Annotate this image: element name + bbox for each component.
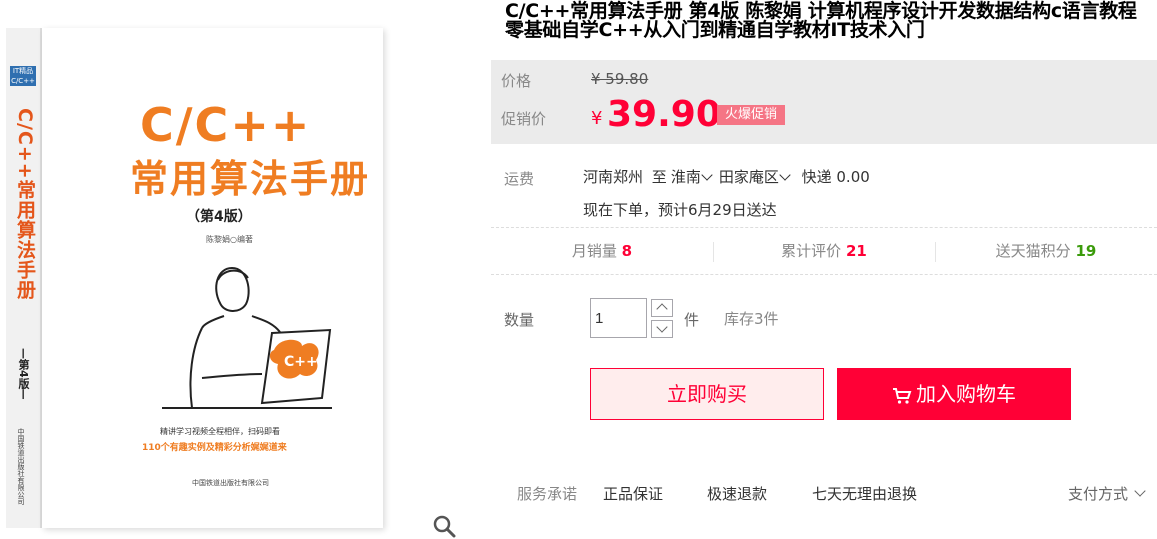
monthly-sales: 月销量 8	[491, 228, 713, 274]
ship-method: 快递 0.00	[801, 168, 870, 186]
service-label: 服务承诺	[517, 485, 578, 503]
product-image[interactable]: IT精品 C/C++ C/C++常用算法手册 —第4版— 中国铁道出版社有限公司…	[6, 28, 383, 528]
cover-edition: （第4版）	[186, 209, 252, 225]
arrow-down-icon	[656, 321, 668, 333]
tmall-points-label: 送天猫积分	[995, 242, 1071, 260]
quantity-increase-button[interactable]	[651, 299, 673, 317]
cover-title-line1: C/C++	[140, 98, 312, 152]
add-to-cart-label: 加入购物车	[916, 382, 1016, 406]
product-image-gallery[interactable]: IT精品 C/C++ C/C++常用算法手册 —第4版— 中国铁道出版社有限公司…	[0, 0, 470, 539]
chevron-down-icon	[701, 169, 713, 181]
product-page: IT精品 C/C++ C/C++常用算法手册 —第4版— 中国铁道出版社有限公司…	[0, 0, 1157, 539]
payment-method-label: 支付方式	[1068, 485, 1129, 503]
shipping-line: 河南郑州 至淮南 田家庵区 快递 0.00	[583, 166, 874, 187]
cover-note-2: 110个有趣实例及精彩分析娓娓道来	[142, 443, 287, 453]
original-price: ¥ 59.80	[591, 70, 649, 88]
cover-illustration: C++	[162, 266, 332, 409]
cart-icon	[893, 387, 912, 404]
monthly-sales-value: 8	[621, 242, 633, 260]
promo-price-label: 促销价	[501, 110, 547, 128]
chevron-down-icon	[779, 169, 791, 181]
tmall-points: 送天猫积分 19	[935, 228, 1157, 274]
book-spine: IT精品 C/C++ C/C++常用算法手册 —第4版— 中国铁道出版社有限公司	[6, 28, 42, 528]
shipping-label: 运费	[504, 170, 535, 188]
ship-district: 田家庵区	[718, 168, 779, 186]
service-item[interactable]: 正品保证	[603, 483, 663, 504]
cover-publisher: 中国铁道出版社有限公司	[192, 479, 269, 487]
buy-now-label: 立即购买	[667, 382, 747, 406]
service-item[interactable]: 极速退款	[707, 483, 767, 504]
arrow-up-icon	[656, 303, 668, 315]
ship-city: 淮南	[670, 168, 701, 186]
review-count-value: 21	[845, 242, 867, 260]
spine-edition: —第4版—	[17, 348, 30, 400]
stock-count: 库存3件	[724, 310, 779, 328]
tmall-points-value: 19	[1075, 242, 1097, 260]
promo-currency: ¥	[591, 108, 603, 129]
spine-title: C/C++常用算法手册	[14, 108, 36, 300]
ship-from: 河南郑州	[583, 168, 644, 186]
quantity-unit: 件	[684, 311, 700, 329]
price-panel: 价格 ¥ 59.80 促销价 ¥ 39.90 火爆促销	[491, 60, 1157, 144]
ship-district-select[interactable]: 田家庵区	[719, 166, 793, 187]
promo-price: 39.90	[607, 94, 721, 135]
ship-to-word: 至	[651, 168, 667, 186]
magnifier-icon[interactable]	[432, 514, 456, 538]
promo-badge: 火爆促销	[717, 105, 786, 125]
quantity-decrease-button[interactable]	[651, 320, 673, 338]
price-label: 价格	[501, 72, 532, 90]
cover-note-1: 精讲学习视频全程相伴，扫码即看	[160, 427, 280, 436]
cover-title-line2: 常用算法手册	[130, 157, 371, 201]
product-title: C/C++常用算法手册 第4版 陈黎娟 计算机程序设计开发数据结构c语言教程零基…	[505, 0, 1137, 41]
quantity-input[interactable]	[590, 298, 647, 338]
stats-bar: 月销量 8 累计评价 21 送天猫积分 19	[491, 227, 1157, 275]
review-count[interactable]: 累计评价 21	[713, 228, 935, 274]
quantity-label: 数量	[504, 311, 535, 329]
service-item[interactable]: 七天无理由退换	[812, 483, 917, 504]
review-count-label: 累计评价	[781, 242, 842, 260]
book-cover: C/C++ 常用算法手册 （第4版） 陈黎娟○编著 C++ 精讲学习视频全程相伴…	[42, 28, 383, 528]
buy-now-button[interactable]: 立即购买	[590, 368, 824, 420]
chevron-down-icon	[1134, 485, 1146, 497]
monthly-sales-label: 月销量	[571, 242, 617, 260]
laptop-label: C++	[284, 354, 318, 370]
cover-author: 陈黎娟○编著	[206, 235, 253, 244]
shipping-eta: 现在下单，预计6月29日送达	[583, 201, 777, 219]
payment-method-dropdown[interactable]: 支付方式	[1068, 483, 1146, 504]
add-to-cart-button[interactable]: 加入购物车	[837, 368, 1071, 420]
ship-city-select[interactable]: 淮南	[671, 166, 715, 187]
spine-publisher: 中国铁道出版社有限公司	[17, 428, 25, 505]
spine-badge: IT精品 C/C++	[10, 66, 36, 86]
